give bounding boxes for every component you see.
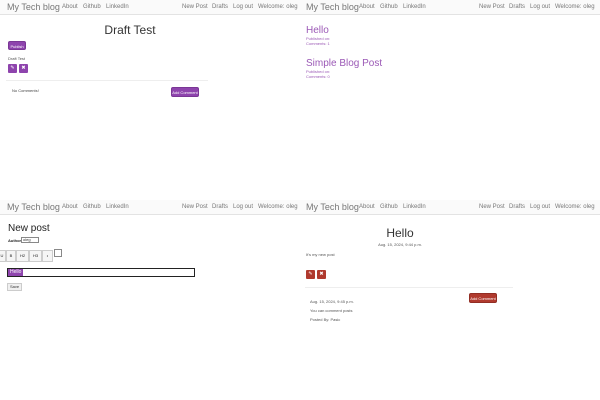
post-list-panel: My Tech blog About Github LinkedIn New P… <box>300 0 600 200</box>
nav-new-post[interactable]: New Post <box>182 4 208 10</box>
comment-text: You can comment posts <box>310 308 353 313</box>
nav-logout[interactable]: Log out <box>233 4 253 10</box>
post-detail-panel: My Tech blog About Github LinkedIn New P… <box>300 200 600 400</box>
toolbar-bold-button[interactable]: B <box>6 250 16 262</box>
navbar: My Tech blog About Github LinkedIn New P… <box>0 0 300 15</box>
publish-button[interactable]: Publish <box>8 41 26 50</box>
trash-icon: ✖ <box>319 271 324 277</box>
post-body: It's my new post <box>306 252 335 257</box>
trash-icon: ✖ <box>21 65 26 71</box>
nav-about[interactable]: About <box>62 4 78 10</box>
title-input[interactable]: Hello <box>7 268 195 277</box>
draft-view-panel: My Tech blog About Github LinkedIn New P… <box>0 0 300 200</box>
nav-welcome: Welcome: oleg <box>555 204 595 210</box>
nav-new-post[interactable]: New Post <box>479 204 505 210</box>
post-title: Draft Test <box>104 23 156 37</box>
brand-link[interactable]: My Tech blog <box>7 202 60 212</box>
nav-new-post[interactable]: New Post <box>182 204 208 210</box>
edit-button[interactable]: ✎ <box>8 64 17 73</box>
post-title-link[interactable]: Simple Blog Post <box>306 58 382 69</box>
nav-linkedin[interactable]: LinkedIn <box>403 4 426 10</box>
nav-new-post[interactable]: New Post <box>479 4 505 10</box>
nav-drafts[interactable]: Drafts <box>212 204 228 210</box>
nav-about[interactable]: About <box>359 4 375 10</box>
nav-about[interactable]: About <box>62 204 78 210</box>
post-title: Hello <box>386 226 414 240</box>
comment-date: Aug. 15, 2024, 9:45 p.m. <box>310 299 354 304</box>
divider <box>6 80 208 81</box>
navbar: My Tech blog About Github LinkedIn New P… <box>300 200 600 215</box>
author-select[interactable]: oleg <box>21 237 39 243</box>
nav-welcome: Welcome: oleg <box>258 204 298 210</box>
post-title-link[interactable]: Hello <box>306 25 330 36</box>
nav-github[interactable]: Github <box>380 204 398 210</box>
delete-button[interactable]: ✖ <box>317 270 326 279</box>
page-title: New post <box>8 223 50 234</box>
comment-author: Posted By: Pasic <box>310 317 341 322</box>
save-button[interactable]: Save <box>7 283 22 291</box>
new-post-panel: My Tech blog About Github LinkedIn New P… <box>0 200 300 400</box>
author-select-value: oleg <box>23 237 31 242</box>
nav-drafts[interactable]: Drafts <box>509 204 525 210</box>
add-comment-button[interactable]: Add Comment <box>469 293 497 303</box>
nav-about[interactable]: About <box>359 204 375 210</box>
nav-drafts[interactable]: Drafts <box>509 4 525 10</box>
nav-logout[interactable]: Log out <box>530 4 550 10</box>
toolbar-h2-button[interactable]: H2 <box>16 250 29 262</box>
no-comments-text: No Comments! <box>12 88 39 93</box>
nav-welcome: Welcome: oleg <box>555 4 595 10</box>
pencil-icon: ✎ <box>308 271 313 277</box>
post-item: Hello Published on: Comments: 1 <box>306 25 330 46</box>
brand-link[interactable]: My Tech blog <box>306 202 359 212</box>
title-input-value: Hello <box>8 269 24 276</box>
toolbar-list-button[interactable]: • <box>42 250 53 262</box>
post-body: Draft Test <box>8 56 26 61</box>
edit-button[interactable]: ✎ <box>306 270 315 279</box>
nav-linkedin[interactable]: LinkedIn <box>403 204 426 210</box>
toolbar-input[interactable] <box>54 249 62 257</box>
pencil-icon: ✎ <box>10 65 15 71</box>
delete-button[interactable]: ✖ <box>19 64 28 73</box>
nav-welcome: Welcome: oleg <box>258 4 298 10</box>
nav-logout[interactable]: Log out <box>530 204 550 210</box>
add-comment-button[interactable]: Add Comment <box>171 87 199 97</box>
post-item: Simple Blog Post Published on: Comments:… <box>306 58 382 79</box>
nav-linkedin[interactable]: LinkedIn <box>106 204 129 210</box>
nav-github[interactable]: Github <box>83 4 101 10</box>
nav-drafts[interactable]: Drafts <box>212 4 228 10</box>
navbar: My Tech blog About Github LinkedIn New P… <box>300 0 600 15</box>
nav-logout[interactable]: Log out <box>233 204 253 210</box>
toolbar-h3-button[interactable]: H3 <box>29 250 42 262</box>
nav-github[interactable]: Github <box>83 204 101 210</box>
nav-github[interactable]: Github <box>380 4 398 10</box>
navbar: My Tech blog About Github LinkedIn New P… <box>0 200 300 215</box>
brand-link[interactable]: My Tech blog <box>7 2 60 12</box>
post-comments-count: Comments: 1 <box>306 41 330 46</box>
divider <box>305 287 513 288</box>
nav-linkedin[interactable]: LinkedIn <box>106 4 129 10</box>
post-date: Aug. 15, 2024, 9:44 p.m. <box>378 242 422 247</box>
brand-link[interactable]: My Tech blog <box>306 2 359 12</box>
post-comments-count: Comments: 0 <box>306 74 330 79</box>
